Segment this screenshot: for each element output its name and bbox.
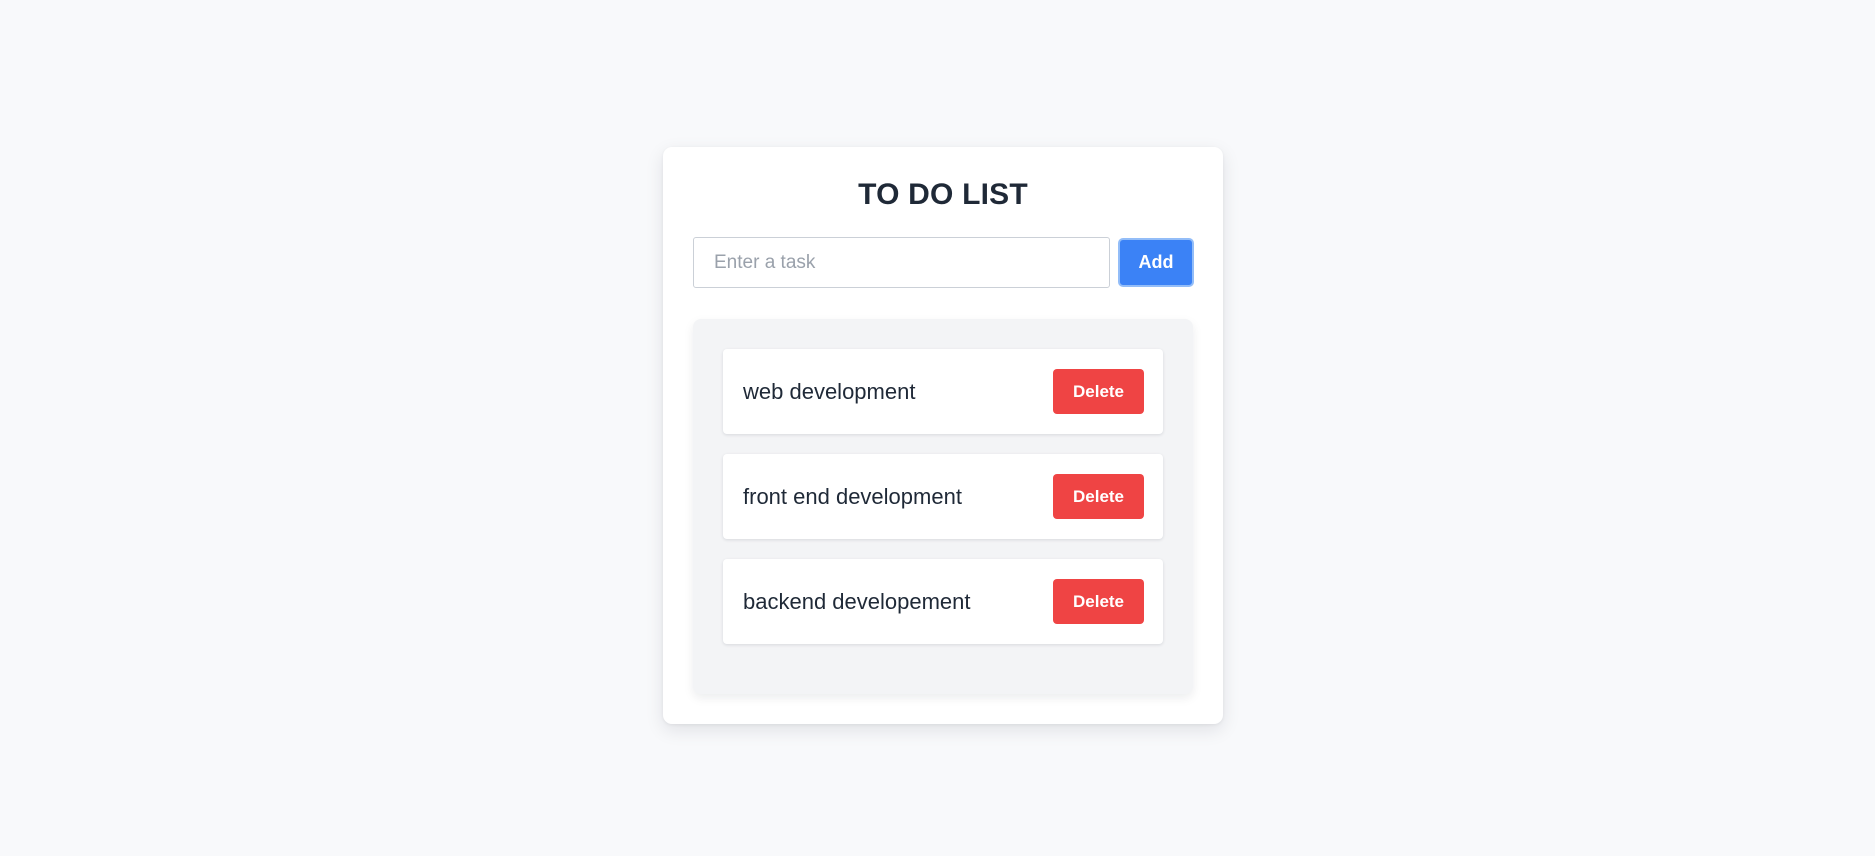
- task-list-panel: web development Delete front end develop…: [693, 319, 1193, 694]
- task-text: backend developement: [743, 589, 971, 614]
- task-text: web development: [743, 379, 916, 404]
- delete-button[interactable]: Delete: [1053, 579, 1144, 624]
- task-item: web development Delete: [723, 349, 1163, 434]
- page-title: TO DO LIST: [858, 178, 1028, 211]
- add-button[interactable]: Add: [1118, 238, 1194, 287]
- task-item: front end development Delete: [723, 454, 1163, 539]
- delete-button[interactable]: Delete: [1053, 474, 1144, 519]
- task-text: front end development: [743, 484, 962, 509]
- delete-button[interactable]: Delete: [1053, 369, 1144, 414]
- todo-card: TO DO LIST Add web development Delete fr…: [663, 147, 1223, 724]
- task-item: backend developement Delete: [723, 559, 1163, 644]
- task-input[interactable]: [693, 237, 1110, 288]
